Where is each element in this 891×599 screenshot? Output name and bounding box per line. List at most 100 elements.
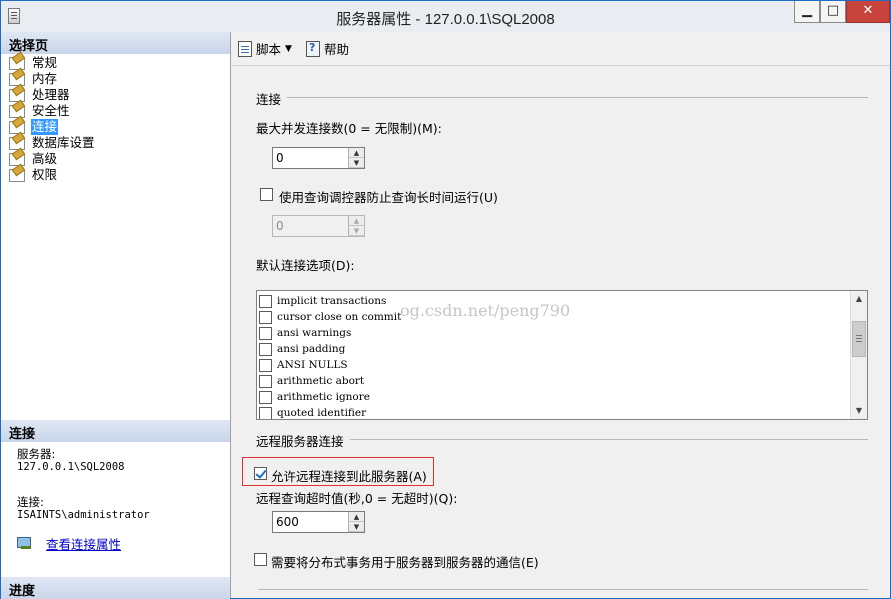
spin-down-icon[interactable]: ▼ bbox=[349, 522, 364, 532]
spin-up-icon: ▲ bbox=[349, 216, 364, 226]
remote-timeout-label: 远程查询超时值(秒,0 = 无超时)(Q): bbox=[256, 491, 458, 506]
list-item[interactable]: quoted identifier bbox=[259, 405, 367, 419]
page-item-permissions[interactable]: 权限 bbox=[9, 167, 96, 183]
page-list: 常规 内存 处理器 安全性 连接 数据库设置 高级 权限 bbox=[9, 55, 96, 183]
page-item-label: 处理器 bbox=[32, 87, 70, 102]
page-icon bbox=[9, 56, 25, 70]
page-item-label: 数据库设置 bbox=[32, 135, 95, 150]
query-governor-label: 使用查询调控器防止查询长时间运行(U) bbox=[279, 190, 498, 205]
page-item-label: 安全性 bbox=[32, 103, 70, 118]
list-item[interactable]: arithmetic abort bbox=[259, 373, 364, 389]
option-checkbox[interactable] bbox=[259, 326, 272, 340]
remote-timeout-stepper[interactable]: 600 ▲ ▼ bbox=[272, 511, 365, 533]
list-item[interactable]: cursor close on commit bbox=[259, 309, 401, 325]
connection-info: 服务器: 127.0.0.1\SQL2008 连接: ISAINTS\admin… bbox=[17, 448, 150, 522]
connection-properties-icon bbox=[17, 536, 35, 551]
list-item[interactable]: implicit transactions bbox=[259, 293, 386, 309]
connection-label: 连接: bbox=[17, 495, 44, 509]
page-icon bbox=[9, 88, 25, 102]
options-scrollbar[interactable]: ▲ ▼ bbox=[850, 291, 867, 419]
list-item[interactable]: ANSI NULLS bbox=[259, 357, 348, 373]
page-icon bbox=[9, 120, 25, 134]
max-connections-spin: ▲ ▼ bbox=[348, 148, 364, 168]
default-options-list[interactable]: implicit transactions cursor close on co… bbox=[256, 290, 868, 420]
close-button[interactable]: ✕ bbox=[846, 1, 890, 23]
option-checkbox[interactable] bbox=[259, 374, 272, 388]
minimize-button[interactable]: ▁ bbox=[794, 1, 820, 23]
scroll-up-icon[interactable]: ▲ bbox=[851, 291, 867, 307]
progress-header: 进度 bbox=[1, 577, 230, 599]
server-value: 127.0.0.1\SQL2008 bbox=[17, 461, 125, 473]
help-icon bbox=[305, 40, 320, 57]
spin-up-icon[interactable]: ▲ bbox=[349, 148, 364, 158]
maximize-button[interactable]: □ bbox=[820, 1, 846, 23]
help-label: 帮助 bbox=[323, 42, 349, 57]
page-icon bbox=[9, 104, 25, 118]
option-checkbox[interactable] bbox=[259, 294, 272, 308]
page-icon bbox=[9, 136, 25, 150]
distributed-tx-label: 需要将分布式事务用于服务器到服务器的通信(E) bbox=[271, 555, 539, 570]
max-connections-label: 最大并发连接数(0 = 无限制)(M): bbox=[256, 121, 442, 136]
script-icon bbox=[238, 40, 252, 57]
scrollbar-thumb[interactable] bbox=[852, 321, 866, 357]
option-label: arithmetic ignore bbox=[277, 391, 370, 403]
default-options-label: 默认连接选项(D): bbox=[256, 258, 355, 273]
toolbar: 脚本 ▼ 帮助 bbox=[232, 32, 890, 66]
list-item[interactable]: arithmetic ignore bbox=[259, 389, 370, 405]
page-item-label: 内存 bbox=[32, 71, 58, 86]
scroll-down-icon[interactable]: ▼ bbox=[851, 403, 867, 419]
option-label: cursor close on commit bbox=[277, 311, 402, 323]
query-governor-checkbox[interactable] bbox=[260, 188, 273, 201]
title-bar[interactable]: 服务器属性 - 127.0.0.1\SQL2008 ▁ □ ✕ bbox=[1, 1, 890, 32]
max-connections-stepper[interactable]: 0 ▲ ▼ bbox=[272, 147, 365, 169]
option-label: implicit transactions bbox=[277, 295, 387, 307]
allow-remote-label: 允许远程连接到此服务器(A) bbox=[271, 469, 427, 484]
window-title: 服务器属性 - 127.0.0.1\SQL2008 bbox=[336, 11, 555, 28]
distributed-tx-checkbox[interactable] bbox=[254, 553, 267, 566]
page-item-label: 高级 bbox=[32, 151, 58, 166]
remote-timeout-value[interactable]: 600 bbox=[276, 515, 299, 529]
list-item[interactable]: ansi padding bbox=[259, 341, 345, 357]
option-label: ansi padding bbox=[277, 343, 346, 355]
remote-group-title: 远程服务器连接 bbox=[256, 431, 350, 450]
allow-remote-checkbox[interactable] bbox=[254, 467, 267, 480]
option-label: ansi warnings bbox=[277, 327, 352, 339]
spin-down-icon[interactable]: ▼ bbox=[349, 158, 364, 168]
spin-down-icon: ▼ bbox=[349, 226, 364, 236]
server-properties-window: 服务器属性 - 127.0.0.1\SQL2008 ▁ □ ✕ 选择页 常规 内… bbox=[0, 0, 891, 599]
script-button[interactable]: 脚本 ▼ bbox=[238, 39, 300, 58]
page-item-label: 连接 bbox=[31, 119, 59, 135]
connection-value: ISAINTS\administrator bbox=[17, 509, 150, 521]
option-label: arithmetic abort bbox=[277, 375, 365, 387]
list-item[interactable]: ansi warnings bbox=[259, 325, 351, 341]
chevron-down-icon[interactable]: ▼ bbox=[285, 44, 292, 54]
option-label: ANSI NULLS bbox=[277, 359, 348, 371]
server-label: 服务器: bbox=[17, 447, 56, 461]
page-item-label: 权限 bbox=[32, 167, 58, 182]
spin-up-icon[interactable]: ▲ bbox=[349, 512, 364, 522]
option-checkbox[interactable] bbox=[259, 406, 272, 419]
help-button[interactable]: 帮助 bbox=[305, 39, 349, 58]
view-connection-properties[interactable]: 查看连接属性 bbox=[17, 534, 121, 553]
script-label: 脚本 bbox=[256, 42, 282, 57]
page-icon bbox=[9, 168, 25, 182]
option-label: quoted identifier bbox=[277, 407, 367, 419]
page-item-label: 常规 bbox=[32, 55, 58, 70]
connections-group-line bbox=[258, 97, 868, 98]
connection-header: 连接 bbox=[1, 420, 230, 442]
page-icon bbox=[9, 152, 25, 166]
option-checkbox[interactable] bbox=[259, 342, 272, 356]
view-connection-properties-link[interactable]: 查看连接属性 bbox=[46, 534, 121, 553]
max-connections-value[interactable]: 0 bbox=[276, 151, 284, 165]
page-icon bbox=[9, 72, 25, 86]
select-page-header: 选择页 bbox=[1, 32, 230, 54]
option-checkbox[interactable] bbox=[259, 390, 272, 404]
left-panel: 选择页 常规 内存 处理器 安全性 连接 数据库设置 高级 权限 连接 服务器:… bbox=[1, 32, 231, 599]
option-checkbox[interactable] bbox=[259, 310, 272, 324]
option-checkbox[interactable] bbox=[259, 358, 272, 372]
query-governor-stepper: 0 ▲ ▼ bbox=[272, 215, 365, 237]
query-governor-value: 0 bbox=[276, 219, 284, 233]
connections-group-title: 连接 bbox=[256, 89, 288, 108]
remote-timeout-spin: ▲ ▼ bbox=[348, 512, 364, 532]
query-governor-spin: ▲ ▼ bbox=[348, 216, 364, 236]
